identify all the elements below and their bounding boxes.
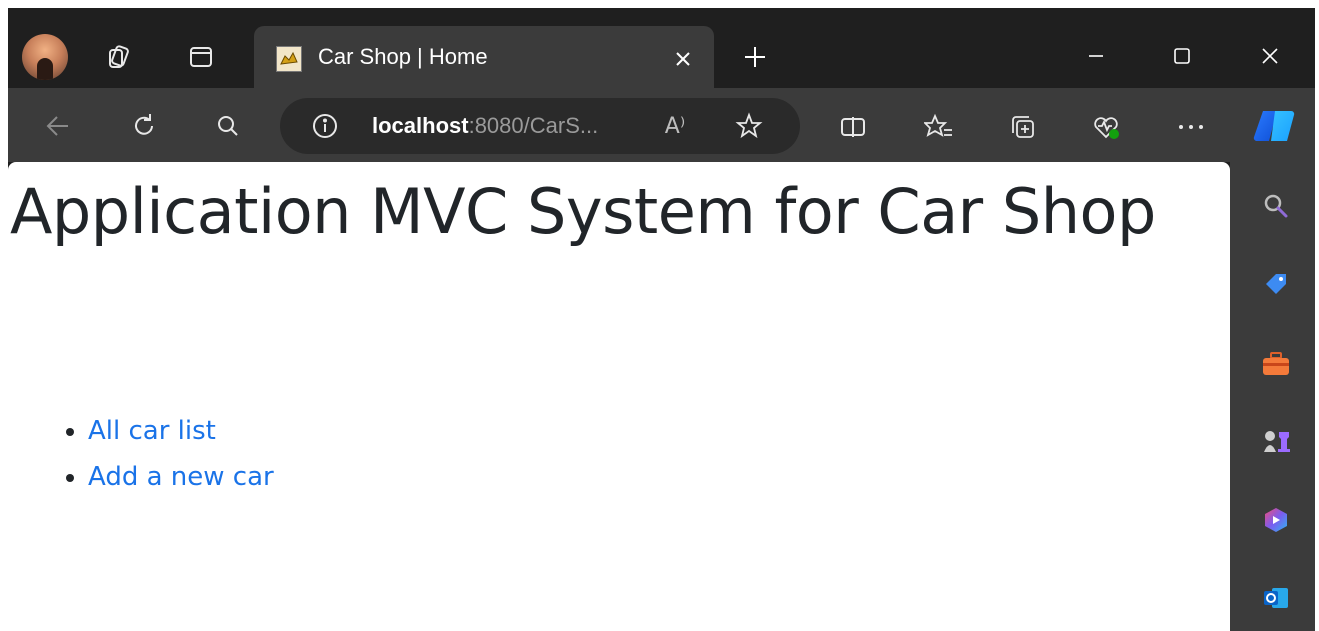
shopping-tag-icon[interactable]	[1260, 268, 1292, 300]
url-text[interactable]: localhost:8080/CarS...	[372, 112, 598, 140]
back-icon[interactable]	[42, 110, 74, 142]
new-tab-button[interactable]	[740, 42, 770, 72]
site-info-icon[interactable]	[310, 111, 340, 141]
sidebar-search-icon[interactable]	[1260, 190, 1292, 222]
refresh-icon[interactable]	[128, 110, 160, 142]
browser-essentials-icon[interactable]	[1090, 110, 1124, 144]
tools-toolbox-icon[interactable]	[1260, 348, 1292, 380]
collections-icon[interactable]	[1006, 110, 1040, 144]
browser-toolbar: localhost:8080/CarS... A⁾	[8, 88, 1315, 162]
nav-link-list: All car list Add a new car	[52, 408, 274, 500]
all-car-list-link[interactable]: All car list	[88, 416, 216, 446]
games-chess-icon[interactable]	[1260, 426, 1292, 458]
url-rest: :8080/CarS...	[468, 113, 599, 138]
workspaces-icon[interactable]	[104, 42, 134, 72]
search-icon[interactable]	[212, 110, 244, 142]
tab-car-shop-home[interactable]: Car Shop | Home	[254, 26, 714, 88]
favorite-star-icon[interactable]	[732, 110, 766, 142]
close-window-button[interactable]	[1252, 38, 1288, 74]
tab-title: Car Shop | Home	[318, 44, 488, 69]
vertical-tabs-icon[interactable]	[186, 42, 216, 72]
avatar-silhouette	[37, 58, 53, 80]
web-page: Application MVC System for Car Shop All …	[8, 162, 1230, 631]
tomcat-favicon-icon	[276, 46, 302, 72]
tab-strip: Car Shop | Home	[8, 8, 1315, 88]
add-new-car-link[interactable]: Add a new car	[88, 462, 274, 492]
profile-avatar[interactable]	[22, 34, 68, 80]
screen: Car Shop | Home localhost:8080/CarS... A…	[0, 0, 1319, 631]
outlook-icon[interactable]	[1260, 582, 1292, 614]
read-aloud-icon[interactable]: A⁾	[658, 110, 692, 142]
minimize-button[interactable]	[1078, 38, 1114, 74]
close-tab-icon[interactable]	[668, 44, 698, 74]
read-aloud-label: A⁾	[664, 113, 686, 139]
browser-window: Car Shop | Home localhost:8080/CarS... A…	[8, 8, 1315, 631]
address-bar[interactable]: localhost:8080/CarS... A⁾	[280, 98, 800, 154]
split-screen-icon[interactable]	[836, 110, 870, 144]
page-title: Application MVC System for Car Shop	[10, 175, 1156, 248]
more-options-icon[interactable]	[1174, 110, 1208, 144]
url-host: localhost	[372, 113, 469, 138]
copilot-icon[interactable]	[1252, 106, 1298, 146]
list-item: All car list	[88, 408, 274, 454]
list-item: Add a new car	[88, 454, 274, 500]
microsoft-365-icon[interactable]	[1260, 504, 1292, 536]
maximize-button[interactable]	[1164, 38, 1200, 74]
favorites-icon[interactable]	[922, 110, 956, 144]
edge-sidebar	[1230, 162, 1315, 631]
